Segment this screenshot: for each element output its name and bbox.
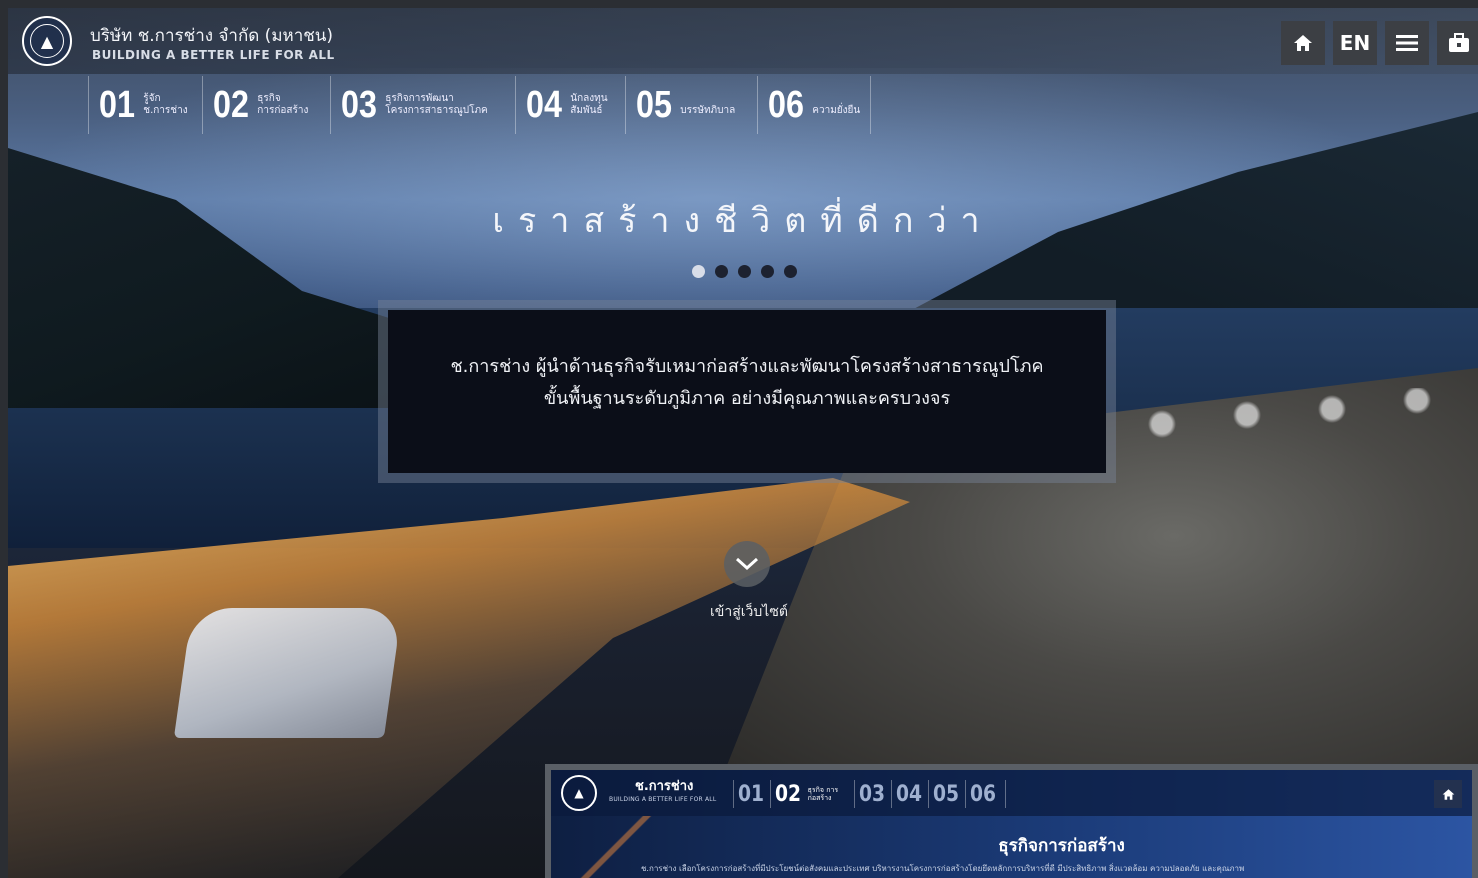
preview-nav-03[interactable]: 03 <box>854 780 894 808</box>
preview-brand: ช.การช่าง <box>635 779 694 794</box>
preview-title: ธุรกิจการก่อสร้าง <box>998 836 1125 856</box>
nav-number: 05 <box>636 84 672 126</box>
nav-item-03[interactable]: 03 ธุรกิจการพัฒนา โครงการสาธารณูปโภค <box>330 76 498 134</box>
hero-background: ▲ บริษัท ช.การช่าง จำกัด (มหาชน) BUILDIN… <box>8 8 1478 878</box>
menu-icon <box>1396 35 1418 51</box>
nav-number: 02 <box>213 84 249 126</box>
nav-item-05[interactable]: 05 บรรษัทภิบาล <box>625 76 745 134</box>
preview-nav-number: 01 <box>738 781 765 807</box>
preview-text: ช.การช่าง เลือกโครงการก่อสร้างที่มีประโย… <box>641 864 1245 873</box>
nav-label: นักลงทุน สัมพันธ์ <box>570 93 608 116</box>
nav-label: ธุรกิจการพัฒนา โครงการสาธารณูปโภค <box>385 93 488 116</box>
company-logo[interactable]: ▲ <box>22 16 72 66</box>
preview-nav-number: 05 <box>933 781 960 807</box>
nav-number: 06 <box>768 84 804 126</box>
nav-item-02[interactable]: 02 ธุรกิจ การก่อสร้าง <box>202 76 318 134</box>
slide-dot-2[interactable] <box>715 265 728 278</box>
hero-headline: เราสร้างชีวิตที่ดีกว่า <box>492 201 994 241</box>
preview-top-bar: ▲ ช.การช่าง BUILDING A BETTER LIFE FOR A… <box>551 770 1472 816</box>
dam-building <box>173 608 403 738</box>
slide-dot-5[interactable] <box>784 265 797 278</box>
nav-number: 03 <box>341 84 377 126</box>
enter-site-button[interactable] <box>724 541 770 587</box>
preview-nav-06[interactable]: 06 <box>965 780 1006 808</box>
briefcase-button[interactable] <box>1437 21 1478 65</box>
quote-box-frame: ช.การช่าง ผู้นำด้านธุรกิจรับเหมาก่อสร้าง… <box>378 300 1116 483</box>
preview-tagline: BUILDING A BETTER LIFE FOR ALL <box>609 796 717 803</box>
home-icon <box>1442 788 1454 800</box>
nav-label: ธุรกิจ การก่อสร้าง <box>257 93 309 116</box>
slide-dot-1[interactable] <box>692 265 705 278</box>
company-name: บริษัท ช.การช่าง จำกัด (มหาชน) <box>90 26 334 46</box>
company-tagline: BUILDING A BETTER LIFE FOR ALL <box>92 48 335 62</box>
enter-site-label[interactable]: เข้าสู่เว็บไซต์ <box>710 601 788 623</box>
home-button[interactable] <box>1281 21 1325 65</box>
nav-label: ความยั่งยืน <box>812 105 861 116</box>
next-page-preview[interactable]: ▲ ช.การช่าง BUILDING A BETTER LIFE FOR A… <box>545 764 1478 878</box>
preview-nav-number: 02 <box>775 781 802 807</box>
preview-nav-04[interactable]: 04 <box>891 780 931 808</box>
preview-nav-number: 03 <box>859 781 886 807</box>
preview-nav-05[interactable]: 05 <box>928 780 968 808</box>
logo-emblem-icon: ▲ <box>30 24 64 58</box>
nav-item-04[interactable]: 04 นักลงทุน สัมพันธ์ <box>515 76 618 134</box>
preview-nav-label: ธุรกิจ การก่อสร้าง <box>807 786 839 802</box>
nav-number: 01 <box>99 84 135 126</box>
chevron-down-icon <box>735 557 759 571</box>
preview-nav-01[interactable]: 01 <box>733 780 773 808</box>
preview-home-button[interactable] <box>1434 780 1462 808</box>
language-button[interactable]: EN <box>1333 21 1377 65</box>
briefcase-icon <box>1449 33 1469 52</box>
slide-dot-3[interactable] <box>738 265 751 278</box>
preview-logo-icon: ▲ <box>561 775 597 811</box>
nav-number: 04 <box>526 84 562 126</box>
preview-nav-02[interactable]: 02 ธุรกิจ การก่อสร้าง <box>770 780 858 808</box>
menu-button[interactable] <box>1385 21 1429 65</box>
nav-label: รู้จัก ช.การช่าง <box>143 93 188 116</box>
slide-dot-4[interactable] <box>761 265 774 278</box>
quote-line-2: ขั้นพื้นฐานระดับภูมิภาค อย่างมีคุณภาพและ… <box>543 387 951 409</box>
preview-nav-number: 04 <box>896 781 923 807</box>
nav-item-01[interactable]: 01 รู้จัก ช.การช่าง <box>88 76 198 134</box>
quote-line-1: ช.การช่าง ผู้นำด้านธุรกิจรับเหมาก่อสร้าง… <box>450 355 1044 377</box>
top-bar: ▲ บริษัท ช.การช่าง จำกัด (มหาชน) BUILDIN… <box>8 8 1478 74</box>
preview-nav-number: 06 <box>970 781 997 807</box>
nav-label: บรรษัทภิบาล <box>680 105 736 116</box>
slide-indicators <box>692 265 797 278</box>
dam-lights <box>1128 388 1468 448</box>
home-icon <box>1294 35 1312 51</box>
preview-content: ▲ ช.การช่าง BUILDING A BETTER LIFE FOR A… <box>551 770 1472 878</box>
nav-item-06[interactable]: 06 ความยั่งยืน <box>757 76 872 134</box>
quote-box: ช.การช่าง ผู้นำด้านธุรกิจรับเหมาก่อสร้าง… <box>388 310 1106 473</box>
